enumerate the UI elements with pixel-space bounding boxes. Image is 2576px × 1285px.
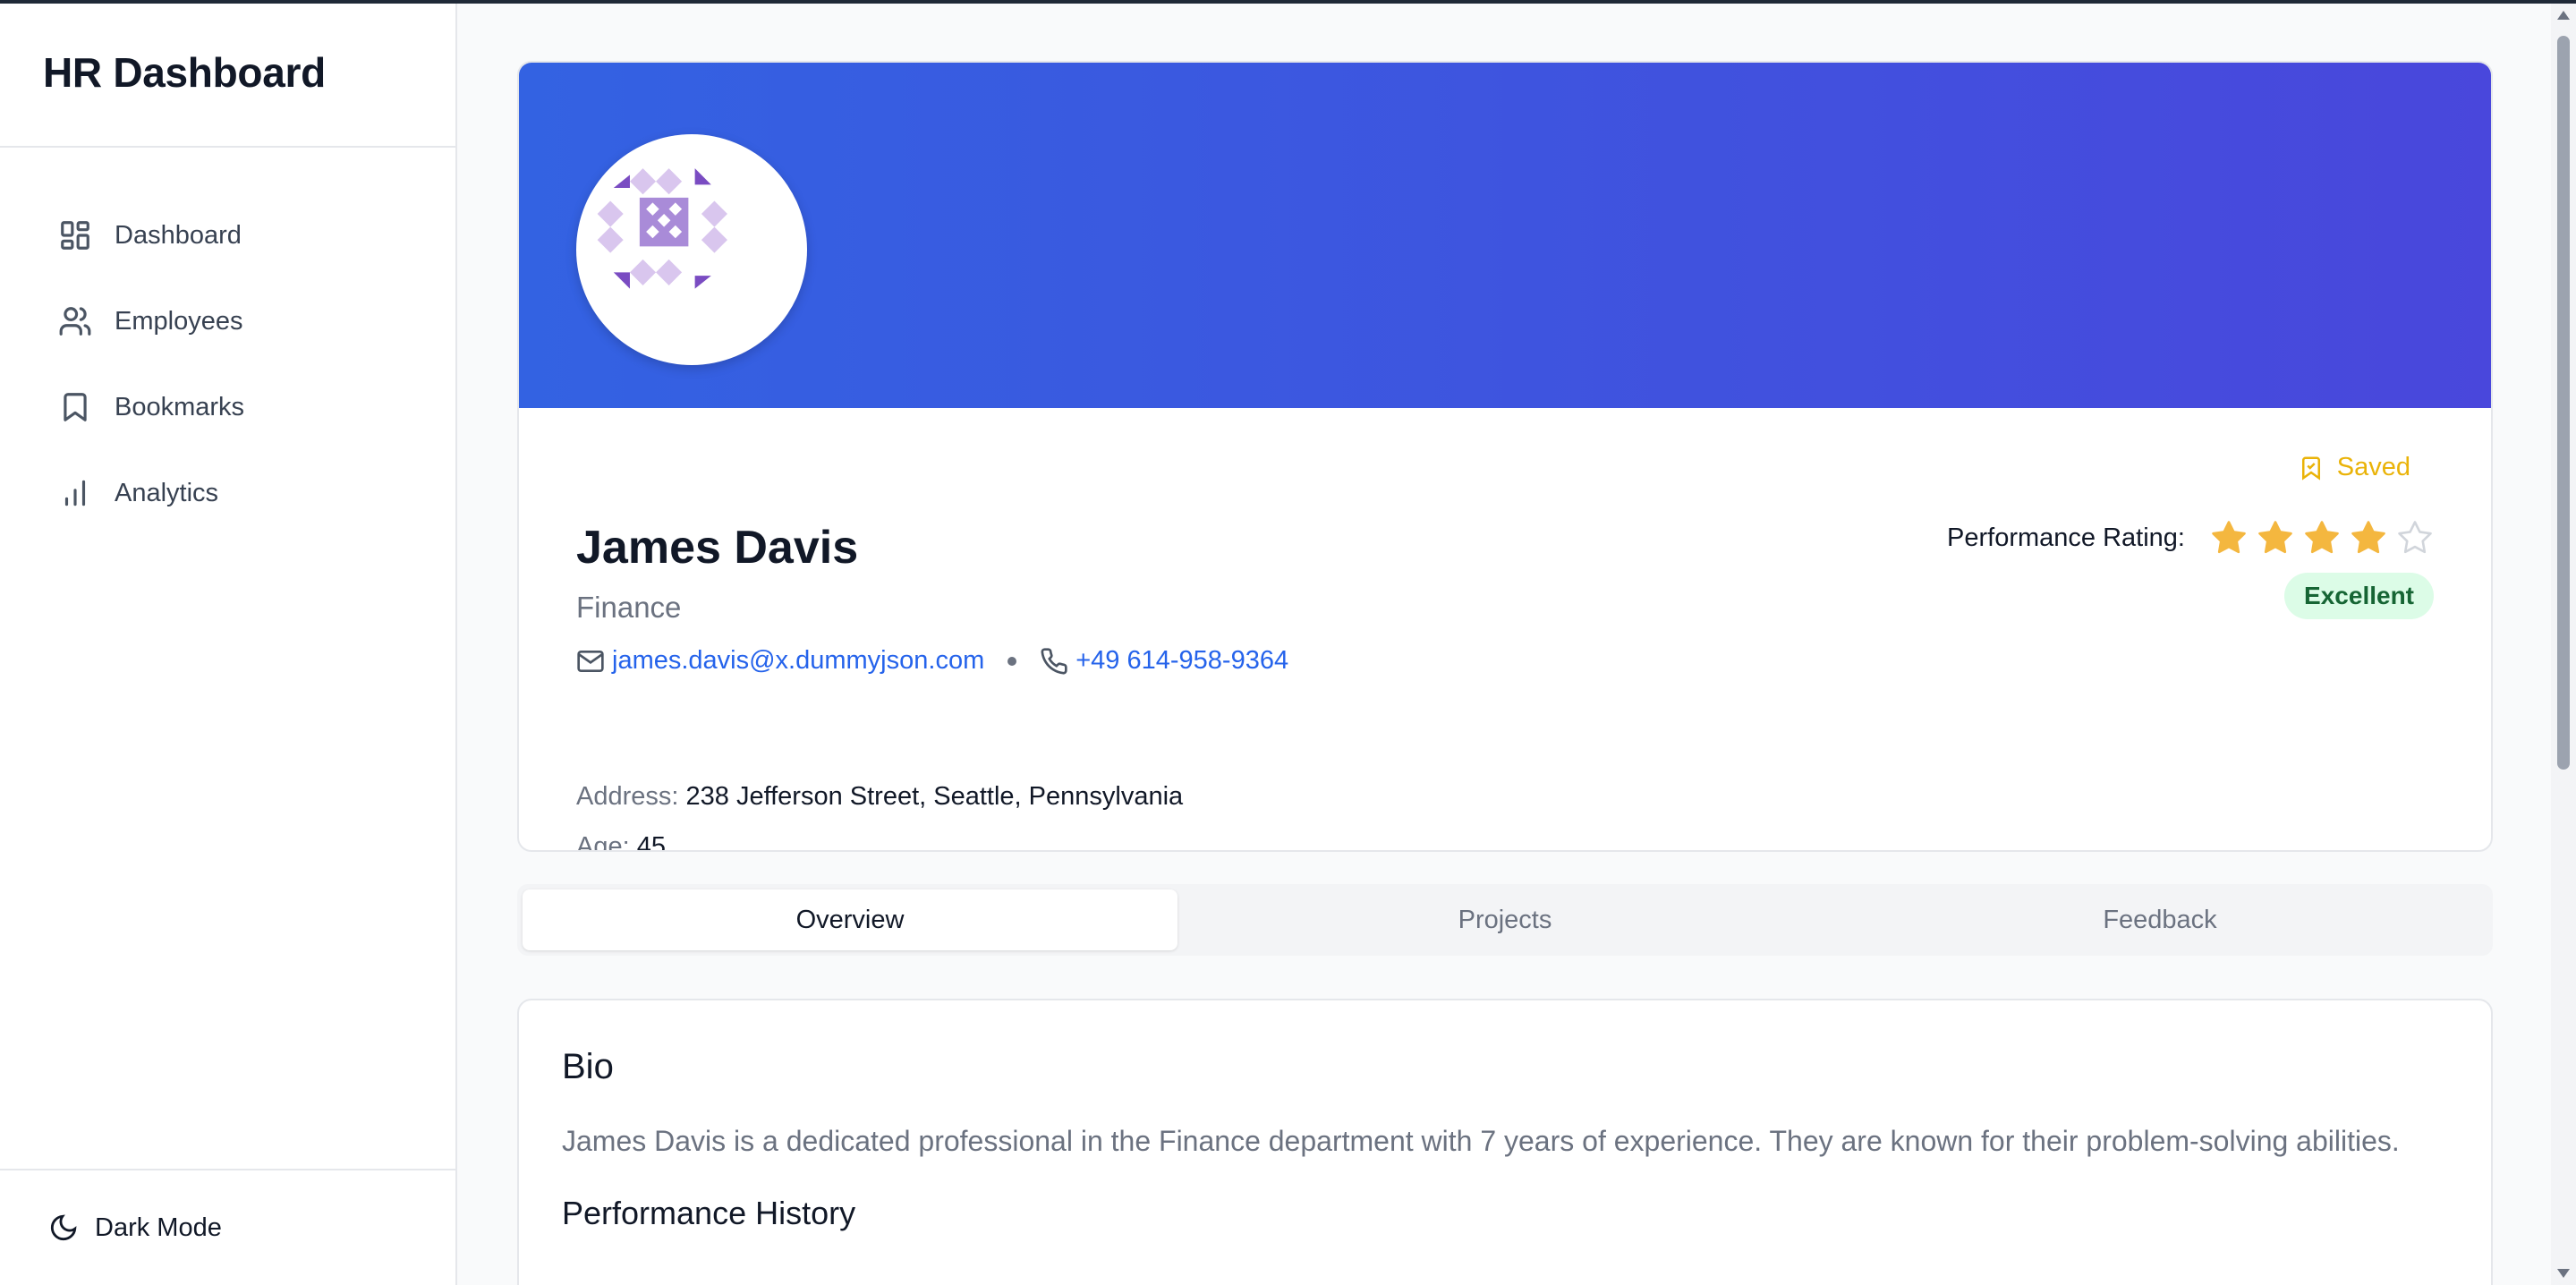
tab-projects[interactable]: Projects (1177, 889, 1832, 950)
moon-icon (50, 1214, 77, 1241)
sidebar-item-label: Dashboard (115, 220, 242, 250)
employee-name: James Davis (576, 522, 859, 574)
phone-link[interactable]: +49 614-958-9364 (1075, 646, 1288, 676)
contact-row: james.davis@x.dummyjson.com +49 614-958-… (576, 646, 1288, 676)
separator-dot (1007, 656, 1017, 666)
rating-stars (2201, 519, 2434, 557)
saved-label: Saved (2336, 453, 2410, 481)
star-filled-icon (2212, 521, 2246, 554)
address-label: Address: (576, 782, 679, 811)
address-value: 238 Jefferson Street, Seattle, Pennsylva… (685, 782, 1184, 811)
performance-rating: Performance Rating: (1947, 519, 2434, 557)
sidebar-item-label: Employees (115, 306, 243, 336)
sidebar-item-employees[interactable]: Employees (0, 278, 455, 364)
dashboard-icon (57, 217, 93, 253)
sidebar-item-dashboard[interactable]: Dashboard (0, 192, 455, 278)
sidebar-footer: Dark Mode (0, 1169, 455, 1285)
rating-badge: Excellent (2284, 573, 2434, 619)
page-scrollbar[interactable] (2551, 4, 2576, 1285)
bio-text: James Davis is a dedicated professional … (562, 1125, 2400, 1157)
avatar (576, 134, 807, 365)
sidebar-brand: HR Dashboard (0, 4, 455, 148)
profile-card: Saved James Davis Finance james.davis@x.… (517, 61, 2493, 852)
tab-overview[interactable]: Overview (523, 889, 1177, 950)
profile-tabs: Overview Projects Feedback (517, 884, 2493, 956)
sidebar-item-label: Bookmarks (115, 392, 245, 421)
scroll-up-arrow[interactable] (2557, 11, 2570, 20)
sidebar-nav: Dashboard Employees Bookmarks Analytics (0, 148, 455, 536)
avatar-identicon (597, 168, 727, 289)
bio-title: Bio (562, 1047, 614, 1086)
phone-icon (1041, 647, 1067, 675)
star-empty-icon (2398, 521, 2432, 554)
star-filled-icon (2351, 521, 2385, 554)
dark-mode-label: Dark Mode (95, 1213, 222, 1242)
sidebar-item-bookmarks[interactable]: Bookmarks (0, 364, 455, 450)
star-filled-icon (2305, 521, 2339, 554)
age-row: Age: 45 (576, 832, 666, 852)
age-value: 45 (636, 832, 666, 852)
employee-department: Finance (576, 591, 682, 624)
age-label: Age: (576, 832, 630, 852)
star-filled-icon (2258, 521, 2292, 554)
dark-mode-toggle[interactable]: Dark Mode (48, 1213, 222, 1243)
performance-history-title: Performance History (562, 1195, 856, 1231)
app-title: HR Dashboard (43, 49, 326, 96)
sidebar-item-analytics[interactable]: Analytics (0, 450, 455, 536)
scroll-down-arrow[interactable] (2557, 1269, 2570, 1278)
saved-bookmark-button[interactable]: Saved (2298, 453, 2410, 482)
email-link[interactable]: james.davis@x.dummyjson.com (612, 646, 984, 676)
sidebar: HR Dashboard Dashboard Employees Bookmar… (0, 4, 457, 1285)
bookmark-icon (57, 389, 93, 425)
bio-card: Bio James Davis is a dedicated professio… (517, 999, 2493, 1285)
main-content: Saved James Davis Finance james.davis@x.… (517, 61, 2493, 1285)
rating-label: Performance Rating: (1947, 523, 2185, 552)
scroll-thumb[interactable] (2557, 36, 2570, 770)
users-icon (57, 303, 93, 339)
address-row: Address: 238 Jefferson Street, Seattle, … (576, 782, 1183, 812)
sidebar-item-label: Analytics (115, 478, 219, 507)
tab-feedback[interactable]: Feedback (1832, 889, 2487, 950)
bookmark-check-icon (2301, 456, 2320, 481)
mail-icon (577, 650, 604, 672)
bar-chart-icon (57, 475, 93, 511)
profile-banner (519, 63, 2491, 408)
